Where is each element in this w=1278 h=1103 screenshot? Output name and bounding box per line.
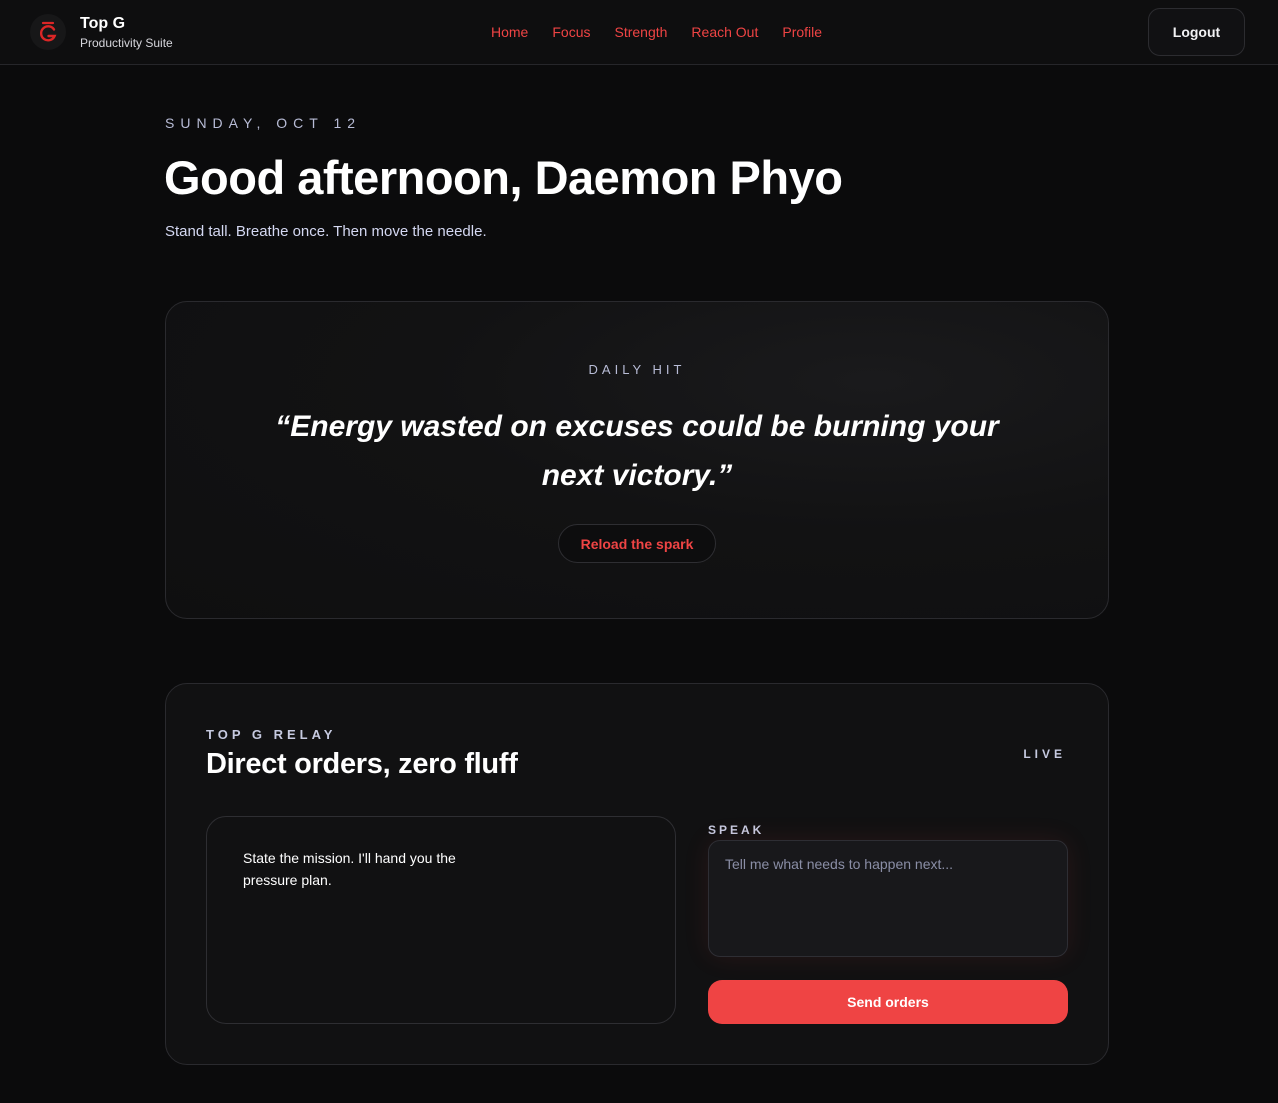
daily-hit-card: DAILY HIT “Energy wasted on excuses coul… — [165, 301, 1109, 619]
nav-link-home[interactable]: Home — [491, 23, 528, 41]
nav-link-focus[interactable]: Focus — [552, 23, 590, 41]
brand-subtitle: Productivity Suite — [80, 35, 173, 50]
brand[interactable]: Top G Productivity Suite — [30, 14, 173, 50]
daily-quote: “Energy wasted on excuses could be burni… — [275, 410, 999, 492]
nav-link-strength[interactable]: Strength — [614, 23, 667, 41]
top-navigation-bar: Top G Productivity Suite Home Focus Stre… — [0, 0, 1278, 65]
relay-title: Direct orders, zero fluff — [206, 748, 518, 780]
speak-input[interactable] — [708, 840, 1068, 957]
current-date: SUNDAY, OCT 12 — [165, 115, 362, 131]
tagline: Stand tall. Breathe once. Then move the … — [165, 223, 487, 240]
send-orders-button[interactable]: Send orders — [708, 980, 1068, 1024]
daily-hit-label: DAILY HIT — [588, 362, 686, 377]
nav-link-profile[interactable]: Profile — [782, 23, 822, 41]
brand-title: Top G — [80, 14, 126, 32]
nav-link-reach-out[interactable]: Reach Out — [691, 23, 758, 41]
relay-card: TOP G RELAY Direct orders, zero fluff LI… — [165, 683, 1109, 1065]
chat-message-panel[interactable]: State the mission. I'll hand you the pre… — [206, 816, 676, 1024]
g-shield-icon — [30, 14, 66, 50]
reload-spark-button[interactable]: Reload the spark — [558, 524, 716, 563]
page-title: Good afternoon, Daemon Phyo — [164, 151, 843, 204]
logout-button[interactable]: Logout — [1148, 8, 1245, 56]
live-status-badge: LIVE — [1023, 747, 1066, 761]
main-nav: Home Focus Strength Reach Out Profile — [491, 23, 822, 41]
speak-label: SPEAK — [708, 823, 765, 837]
brand-text: Top G Productivity Suite — [80, 15, 173, 50]
relay-section-label: TOP G RELAY — [206, 727, 337, 742]
chat-message: State the mission. I'll hand you the pre… — [243, 850, 456, 888]
